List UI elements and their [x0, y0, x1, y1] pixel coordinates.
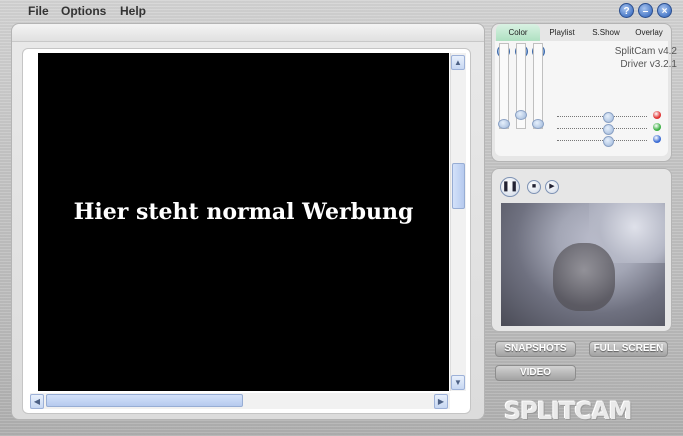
- vertical-scroll-thumb[interactable]: [452, 163, 465, 209]
- saturation-slider-knob[interactable]: [532, 119, 544, 129]
- saturation-slider[interactable]: [532, 43, 544, 129]
- scroll-down-icon[interactable]: ▼: [451, 375, 465, 390]
- scroll-left-icon[interactable]: ◀: [30, 394, 44, 409]
- minimize-button[interactable]: –: [638, 3, 653, 18]
- green-channel-dot: [653, 123, 661, 131]
- menu-bar: File Options Help ? – ×: [0, 0, 683, 22]
- scroll-right-icon[interactable]: ▶: [434, 394, 448, 409]
- play-icon[interactable]: ▶: [545, 180, 559, 194]
- pause-icon[interactable]: ❚❚: [500, 177, 520, 197]
- menu-help[interactable]: Help: [120, 4, 146, 18]
- red-slider[interactable]: [557, 112, 647, 123]
- vertical-scrollbar[interactable]: ▲ ▼: [450, 53, 466, 391]
- blue-slider-knob[interactable]: [603, 136, 614, 147]
- menu-options[interactable]: Options: [61, 4, 106, 18]
- green-slider[interactable]: [557, 124, 647, 135]
- red-channel-dot: [653, 111, 661, 119]
- contrast-slider[interactable]: [515, 43, 527, 129]
- full-screen-button[interactable]: FULL SCREEN: [589, 341, 668, 357]
- help-button[interactable]: ?: [619, 3, 634, 18]
- brightness-slider[interactable]: [498, 43, 510, 129]
- horizontal-scroll-thumb[interactable]: [46, 394, 243, 407]
- tab-overlay[interactable]: Overlay: [628, 24, 670, 41]
- tab-playlist[interactable]: Playlist: [540, 24, 584, 41]
- scroll-up-icon[interactable]: ▲: [451, 55, 465, 70]
- snapshots-button[interactable]: SNAPSHOTS: [495, 341, 576, 357]
- blue-channel-dot: [653, 135, 661, 143]
- webcam-preview: [501, 203, 665, 326]
- tab-slideshow[interactable]: S.Show: [584, 24, 628, 41]
- horizontal-scrollbar[interactable]: ◀ ▶: [30, 393, 450, 409]
- green-slider-knob[interactable]: [603, 124, 614, 135]
- app-version: SplitCam v4.2: [614, 46, 677, 57]
- splitcam-logo: SPLITCAM: [504, 397, 633, 425]
- video-display[interactable]: Hier steht normal Werbung: [38, 53, 449, 391]
- menu-file[interactable]: File: [28, 4, 49, 18]
- stop-icon[interactable]: ■: [527, 180, 541, 194]
- contrast-slider-knob[interactable]: [515, 110, 527, 120]
- tab-color[interactable]: Color: [496, 24, 540, 41]
- video-button[interactable]: VIDEO: [495, 365, 576, 381]
- blue-slider[interactable]: [557, 136, 647, 147]
- brightness-slider-knob[interactable]: [498, 119, 510, 129]
- red-slider-knob[interactable]: [603, 112, 614, 123]
- driver-version: Driver v3.2.1: [620, 59, 677, 70]
- main-panel-header: [12, 24, 484, 42]
- webcam-face: [553, 243, 615, 311]
- close-button[interactable]: ×: [657, 3, 672, 18]
- video-overlay-text: Hier steht normal Werbung: [73, 199, 414, 225]
